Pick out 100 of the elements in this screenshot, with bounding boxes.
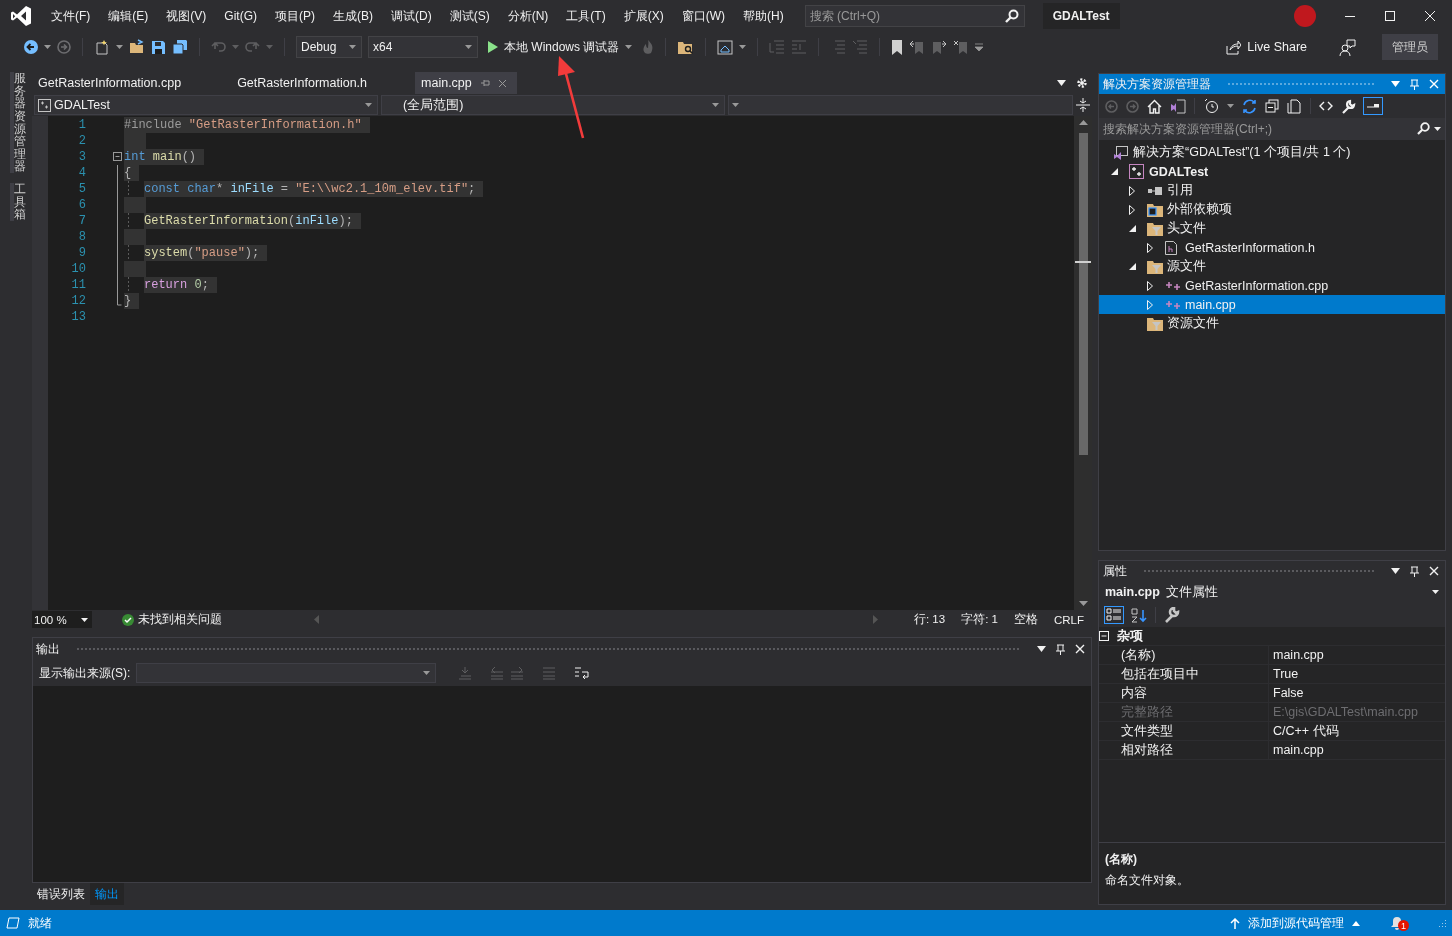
code-icon[interactable] xyxy=(1319,101,1333,111)
next-bookmark-icon[interactable] xyxy=(931,39,948,55)
collapsed-icon[interactable] xyxy=(1129,204,1135,215)
search-field[interactable]: 搜索 (Ctrl+Q) xyxy=(804,5,1025,27)
home-icon[interactable] xyxy=(1147,98,1162,114)
bookmark-icon[interactable] xyxy=(891,39,904,55)
menu-item[interactable]: 文件(F) xyxy=(42,4,100,28)
panel-menu-icon[interactable] xyxy=(1037,646,1046,652)
editor-tab[interactable]: GetRasterInformation.cpp xyxy=(32,72,188,94)
property-value[interactable]: main.cpp xyxy=(1268,741,1445,760)
previous-bookmark-icon[interactable] xyxy=(909,39,926,55)
clear-bookmarks-icon[interactable] xyxy=(953,39,970,55)
caret-icon[interactable] xyxy=(1432,590,1439,594)
panel-tab[interactable]: 错误列表 xyxy=(32,883,90,905)
caret-icon[interactable] xyxy=(81,617,88,622)
feedback-icon[interactable] xyxy=(1339,38,1356,56)
scrollbar-thumb[interactable] xyxy=(1078,133,1088,455)
menu-item[interactable]: 测试(S) xyxy=(440,4,499,28)
open-folder-icon[interactable] xyxy=(129,39,145,55)
project-dropdown[interactable]: GDALTest xyxy=(34,95,378,115)
menu-item[interactable]: 项目(P) xyxy=(266,4,324,28)
menu-item[interactable]: 调试(D) xyxy=(382,4,441,28)
account-button[interactable]: 管理员 xyxy=(1382,34,1438,60)
caret-icon[interactable] xyxy=(1434,126,1441,131)
switch-views-icon[interactable] xyxy=(1170,98,1186,114)
whitespace-indicator[interactable]: 空格 xyxy=(1013,612,1038,627)
tree-item[interactable]: 源文件 xyxy=(1099,257,1445,276)
property-name[interactable]: 相对路径 xyxy=(1117,741,1268,760)
settings-icon[interactable] xyxy=(1076,77,1088,89)
history-icon[interactable] xyxy=(1203,98,1219,114)
property-name[interactable]: (名称) xyxy=(1117,646,1268,665)
collapsed-icon[interactable] xyxy=(1147,242,1153,253)
scroll-up-icon[interactable] xyxy=(1078,120,1088,125)
side-tab[interactable]: 工具箱 xyxy=(10,183,26,222)
menu-item[interactable]: 窗口(W) xyxy=(672,4,734,28)
collapse-icon[interactable] xyxy=(1099,631,1109,641)
search-icon[interactable] xyxy=(1004,9,1019,23)
collapsed-icon[interactable] xyxy=(1147,280,1153,291)
configuration-dropdown[interactable]: Debug xyxy=(296,36,362,58)
property-value[interactable]: C/C++ 代码 xyxy=(1268,722,1445,741)
menu-item[interactable]: 生成(B) xyxy=(324,4,382,28)
tree-item[interactable]: GetRasterInformation.cpp xyxy=(1099,276,1445,295)
forward-icon[interactable] xyxy=(57,40,71,54)
collapsed-icon[interactable] xyxy=(1129,185,1135,196)
tree-item[interactable]: main.cpp xyxy=(1099,295,1445,314)
menu-item[interactable]: 扩展(X) xyxy=(614,4,673,28)
platform-dropdown[interactable]: x64 xyxy=(368,36,478,58)
property-pages-icon[interactable] xyxy=(1164,607,1180,623)
show-all-files-icon[interactable] xyxy=(1287,98,1302,114)
menu-item[interactable]: 视图(V) xyxy=(157,4,216,28)
property-name[interactable]: 文件类型 xyxy=(1117,722,1268,741)
property-name[interactable]: 包括在项目中 xyxy=(1117,665,1268,684)
folder-search-icon[interactable] xyxy=(677,39,695,55)
property-value[interactable]: main.cpp xyxy=(1268,646,1445,665)
browser-icon[interactable] xyxy=(717,39,734,55)
collapse-all-icon[interactable] xyxy=(1265,99,1279,113)
expanded-icon[interactable] xyxy=(1111,168,1118,175)
line-indicator[interactable]: 行: 13 xyxy=(914,612,946,627)
scope-dropdown[interactable]: (全局范围) xyxy=(381,95,725,115)
expanded-icon[interactable] xyxy=(1129,263,1136,270)
property-value[interactable]: True xyxy=(1268,665,1445,684)
tree-item[interactable]: GDALTest xyxy=(1099,162,1445,181)
run-button[interactable]: 本地 Windows 调试器 xyxy=(484,38,637,56)
panel-menu-icon[interactable] xyxy=(1391,568,1400,574)
scroll-down-icon[interactable] xyxy=(1078,601,1088,606)
editor-tab[interactable]: GetRasterInformation.h xyxy=(231,72,374,94)
logo-icon[interactable] xyxy=(10,5,32,27)
overflow-icon[interactable] xyxy=(975,43,984,51)
tab-list-icon[interactable] xyxy=(1057,80,1066,86)
source-control-button[interactable]: 添加到源代码管理 xyxy=(1224,913,1366,933)
resize-grip-icon[interactable] xyxy=(1438,919,1446,927)
tree-item[interactable]: 外部依赖项 xyxy=(1099,200,1445,219)
side-tab[interactable]: 服务器资源管理器 xyxy=(10,72,26,174)
wrench-icon[interactable] xyxy=(1341,98,1356,114)
menu-item[interactable]: 帮助(H) xyxy=(734,4,793,28)
property-name[interactable]: 内容 xyxy=(1117,684,1268,703)
categorized-icon[interactable] xyxy=(1106,608,1122,622)
back-icon[interactable] xyxy=(24,40,38,54)
line-ending-indicator[interactable]: CRLF xyxy=(1053,613,1084,626)
expanded-icon[interactable] xyxy=(1129,225,1136,232)
save-icon[interactable] xyxy=(151,39,166,55)
new-item-icon[interactable] xyxy=(94,39,110,55)
maximize-icon[interactable] xyxy=(1384,10,1396,22)
search-field[interactable]: 搜索解决方案资源管理器(Ctrl+;) xyxy=(1099,118,1445,140)
menu-item[interactable]: 分析(N) xyxy=(498,4,558,28)
tree-item[interactable]: 头文件 xyxy=(1099,219,1445,238)
menu-item[interactable]: 工具(T) xyxy=(557,4,615,28)
tree-item[interactable]: 解决方案“GDALTest”(1 个项目/共 1 个) xyxy=(1099,143,1445,162)
property-value[interactable]: False xyxy=(1268,684,1445,703)
live-share-button[interactable]: Live Share xyxy=(1220,38,1313,56)
menu-item[interactable]: Git(G) xyxy=(215,6,266,26)
save-all-icon[interactable] xyxy=(172,39,188,55)
search-icon[interactable] xyxy=(1417,122,1430,135)
alphabetical-icon[interactable] xyxy=(1131,607,1147,623)
menu-item[interactable]: 编辑(E) xyxy=(99,4,158,28)
zoom-dropdown[interactable]: 100 % xyxy=(32,611,92,628)
panel-tab[interactable]: 输出 xyxy=(90,883,124,905)
word-wrap-icon[interactable] xyxy=(574,666,591,680)
object-selector[interactable]: main.cpp 文件属性 xyxy=(1099,581,1445,603)
tree-item[interactable]: 资源文件 xyxy=(1099,314,1445,333)
